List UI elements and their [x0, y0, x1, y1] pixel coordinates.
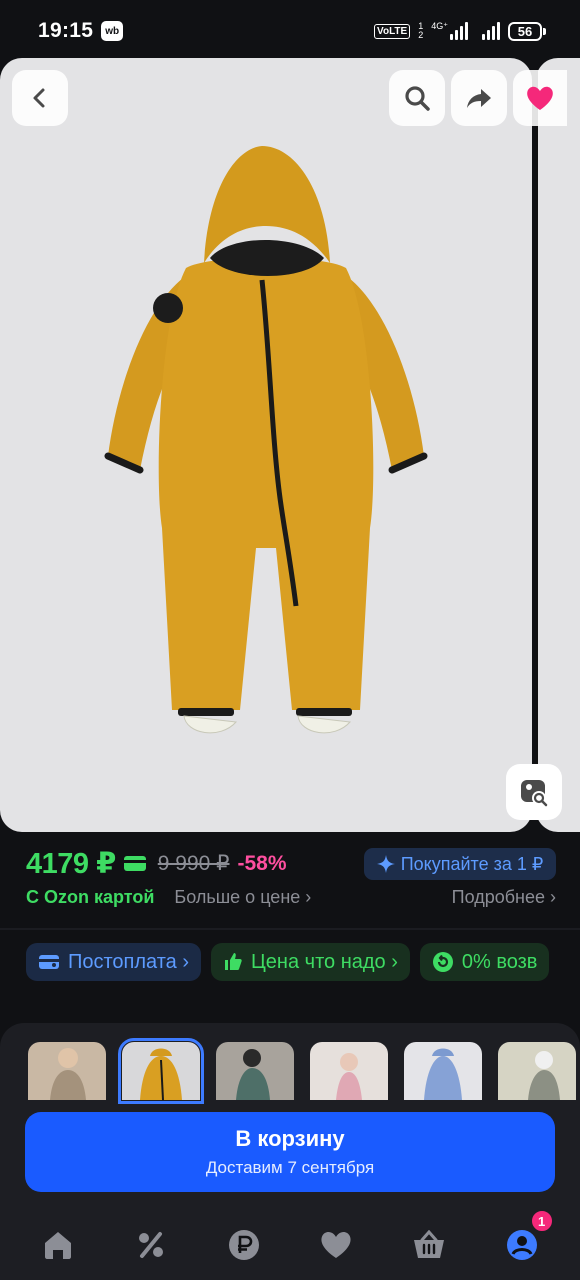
- variant-image-6: [528, 1051, 560, 1100]
- sparkle-icon: [376, 855, 395, 873]
- feature-chips: Постоплата › Цена что надо › 0% возв: [26, 943, 550, 981]
- image-search-icon: [521, 780, 548, 807]
- nav-cart[interactable]: [405, 1221, 453, 1269]
- volte-icon: VoLTE: [374, 23, 411, 39]
- sim-indicator: 1 2: [418, 22, 423, 40]
- search-button[interactable]: [389, 70, 445, 126]
- ozon-card-label: С Ozon картой: [26, 887, 155, 907]
- chip-postpay[interactable]: Постоплата ›: [26, 943, 202, 981]
- ruble-icon: [228, 1230, 259, 1260]
- divider: [0, 928, 580, 930]
- profile-notification-badge: 1: [529, 1209, 554, 1233]
- add-to-cart-button[interactable]: В корзину Доставим 7 сентября: [25, 1112, 555, 1192]
- wb-app-icon: wb: [101, 21, 124, 41]
- chip-zero-return[interactable]: 0% возв: [419, 943, 550, 981]
- profile-icon: [506, 1230, 537, 1260]
- visual-search-button[interactable]: [506, 764, 562, 820]
- add-to-cart-label: В корзину: [235, 1126, 345, 1151]
- variant-thumb-2-selected[interactable]: [118, 1038, 204, 1104]
- search-icon: [405, 86, 430, 111]
- price-current: 4179 ₽: [26, 848, 116, 880]
- gallery-divider: [536, 70, 538, 770]
- status-bar: 19:15 wb VoLTE 1 2 4G⁺ 56: [0, 0, 580, 62]
- percent-icon: [138, 1232, 163, 1258]
- price-row: 4179 ₽ 9 990 ₽ -58%: [26, 846, 287, 881]
- nav-finance[interactable]: [220, 1221, 268, 1269]
- variant-image-1: [50, 1048, 86, 1100]
- price-old: 9 990 ₽: [157, 852, 230, 875]
- heart-icon: [321, 1232, 351, 1258]
- net-type-label: 4G⁺: [431, 21, 448, 31]
- status-time: 19:15: [38, 19, 94, 42]
- chip-fair-price-label: Цена что надо ›: [251, 950, 398, 973]
- nav-favorites[interactable]: [312, 1221, 360, 1269]
- thumbs-up-icon: [225, 953, 242, 970]
- delivery-date-label: Доставим 7 сентября: [205, 1158, 375, 1177]
- nav-home[interactable]: [34, 1221, 82, 1269]
- variant-thumb-6[interactable]: [498, 1042, 576, 1100]
- home-icon: [45, 1232, 72, 1259]
- chip-postpay-label: Постоплата ›: [68, 950, 190, 973]
- more-about-price-link[interactable]: Больше о цене ›: [174, 887, 311, 908]
- variant-image-5: [424, 1048, 462, 1100]
- chip-fair-price[interactable]: Цена что надо ›: [211, 943, 410, 981]
- battery-level: 56: [508, 21, 542, 41]
- wallet-icon: [39, 955, 59, 969]
- sim-2-label: 2: [418, 30, 424, 40]
- buy-for-1-label: Покупайте за 1 ₽: [400, 853, 544, 874]
- variant-thumb-5[interactable]: [404, 1042, 482, 1100]
- variant-thumb-1[interactable]: [28, 1042, 106, 1100]
- back-button[interactable]: [12, 70, 68, 126]
- favorite-button[interactable]: [513, 70, 567, 126]
- basket-icon: [413, 1230, 444, 1258]
- variant-thumb-3[interactable]: [216, 1042, 294, 1100]
- variant-thumbnails: [28, 1038, 576, 1104]
- price-sub-row: С Ozon картой Больше о цене › Подробнее …: [26, 887, 556, 908]
- share-button[interactable]: [451, 70, 507, 126]
- buy-for-1-button[interactable]: Покупайте за 1 ₽: [364, 848, 556, 880]
- variant-image-4: [336, 1053, 362, 1100]
- battery-icon: 56: [508, 21, 546, 41]
- product-gallery[interactable]: [0, 58, 532, 832]
- chip-zero-return-label: 0% возв: [461, 950, 538, 973]
- bottom-nav: 1: [0, 1209, 580, 1280]
- share-icon: [467, 89, 491, 108]
- return-icon: [432, 952, 453, 972]
- status-icons: VoLTE 1 2 4G⁺ 56: [374, 21, 546, 41]
- variant-image-2: [140, 1048, 182, 1100]
- details-link[interactable]: Подробнее ›: [452, 887, 556, 908]
- signal-bars-2-icon: [482, 22, 500, 40]
- nav-sales[interactable]: [127, 1221, 175, 1269]
- discount-badge: -58%: [237, 851, 287, 875]
- variant-thumb-4[interactable]: [310, 1042, 388, 1100]
- variant-image-3: [236, 1049, 270, 1100]
- signal-1: 4G⁺: [431, 22, 468, 40]
- product-image: [104, 146, 428, 734]
- heart-icon: [527, 86, 553, 110]
- nav-profile[interactable]: 1: [498, 1209, 554, 1269]
- chevron-left-icon: [33, 88, 45, 108]
- card-icon: [123, 856, 146, 871]
- signal-bars-1-icon: [450, 22, 468, 40]
- gallery-next-image[interactable]: [536, 58, 580, 832]
